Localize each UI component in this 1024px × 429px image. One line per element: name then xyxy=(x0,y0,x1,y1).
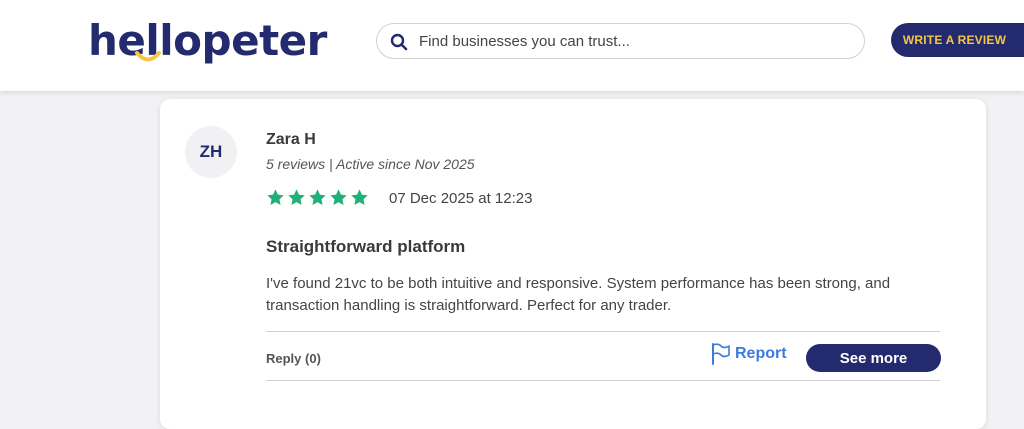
star-rating xyxy=(266,188,369,207)
reply-button[interactable]: Reply (0) xyxy=(266,351,321,366)
hellopeter-logo[interactable]: hellopeter xyxy=(88,10,327,66)
top-header: hellopeter WRITE A REVIEW xyxy=(0,0,1024,91)
divider xyxy=(266,331,940,332)
search-icon xyxy=(390,33,408,51)
search-bar[interactable] xyxy=(376,23,865,59)
report-label: Report xyxy=(735,345,787,362)
avatar[interactable]: ZH xyxy=(185,126,237,178)
reviewer-name[interactable]: Zara H xyxy=(266,131,316,149)
reviewer-meta: 5 reviews | Active since Nov 2025 xyxy=(266,156,475,172)
review-body: I've found 21vc to be both intuitive and… xyxy=(266,275,891,314)
star-icon xyxy=(288,189,305,205)
star-icon xyxy=(330,189,347,205)
star-icon xyxy=(351,189,368,205)
star-icon xyxy=(267,189,284,205)
flag-icon xyxy=(712,343,730,365)
review-card: ZH Zara H 5 reviews | Active since Nov 2… xyxy=(160,99,986,429)
see-more-button[interactable]: See more xyxy=(806,344,941,372)
star-icon xyxy=(309,189,326,205)
smile-logo-icon xyxy=(135,51,161,62)
divider xyxy=(266,380,940,381)
review-date: 07 Dec 2025 at 12:23 xyxy=(389,190,533,207)
logo-text: hellopeter xyxy=(88,16,327,65)
review-title[interactable]: Straightforward platform xyxy=(266,237,465,257)
write-review-button[interactable]: WRITE A REVIEW xyxy=(891,23,1024,57)
search-input[interactable] xyxy=(419,24,849,58)
report-button[interactable]: Report xyxy=(711,343,787,365)
